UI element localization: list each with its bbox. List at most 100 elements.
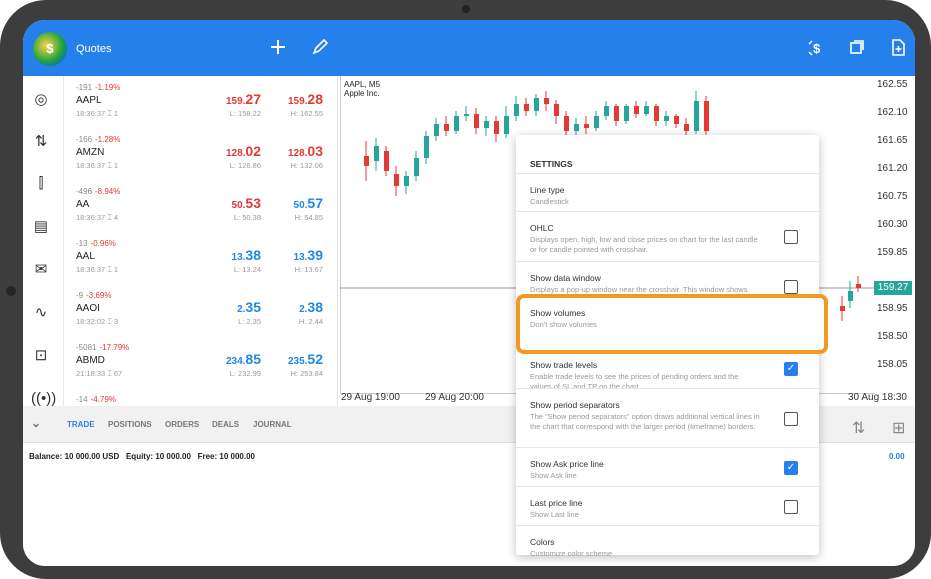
ticks-icon: ⌶ — [107, 265, 112, 274]
camera-dot — [462, 5, 470, 13]
setting-desc: Customize color scheme — [530, 549, 613, 558]
quote-ask: 235.52 — [287, 351, 323, 367]
signals-nav-icon[interactable]: ∿ — [31, 303, 51, 323]
quote-low: L: 2.35 — [238, 317, 261, 326]
quote-row[interactable]: -496 -8.94% AA 18:36:37 ⌶ 4 50.53 50.57 L… — [64, 180, 337, 232]
show-volumes-highlight[interactable]: Show volumes Don't show volumes — [516, 294, 828, 354]
quotes-nav-icon[interactable]: ◎ — [31, 90, 51, 110]
setting-label: Show trade levels — [530, 360, 598, 370]
y-tick: 162.55 — [877, 79, 908, 90]
tab-trade[interactable]: TRADE — [67, 420, 95, 429]
settings-row[interactable]: Last price line Show Last line — [516, 486, 819, 526]
quote-time: 18:36:37 ⌶ 1 — [76, 109, 119, 118]
quote-ask: 159.28 — [287, 91, 323, 107]
candle-body — [364, 156, 369, 166]
candle-body — [704, 101, 709, 131]
setting-label: Show data window — [530, 273, 601, 283]
candle-body — [840, 306, 845, 311]
profit-value: 0.00 — [889, 452, 905, 461]
settings-row[interactable]: Show Ask price line Show Ask line ✓ — [516, 447, 819, 487]
tab-deals[interactable]: DEALS — [212, 420, 239, 429]
price-axis — [875, 76, 915, 406]
quote-bid: 50.53 — [231, 195, 261, 211]
candle-body — [574, 124, 579, 131]
candle-body — [524, 104, 529, 111]
quote-ask: 128.03 — [287, 143, 323, 159]
y-tick: 160.30 — [877, 219, 908, 230]
candle-body — [384, 151, 389, 171]
setting-desc: The "Show period separators" option draw… — [530, 412, 760, 431]
candle-body — [584, 124, 589, 128]
mail-nav-icon[interactable]: ✉ — [31, 260, 51, 280]
setting-checkbox[interactable] — [784, 412, 798, 426]
candle-body — [684, 124, 689, 131]
quote-row[interactable]: -5081 -17.79% ABMD 21:18:33 ⌶ 67 234.85 2… — [64, 336, 337, 388]
quote-high: H: 162.55 — [290, 109, 323, 118]
setting-desc: Displays open, high, low and close price… — [530, 235, 758, 254]
collapse-icon[interactable]: ⌄ — [31, 416, 41, 430]
settings-row[interactable]: Show trade levels Enable trade levels to… — [516, 348, 819, 391]
settings-row[interactable]: Colors Customize color scheme — [516, 525, 819, 558]
y-tick: 159.85 — [877, 247, 908, 258]
top-bar: $ Quotes $ — [23, 20, 915, 76]
trade-switch-icon[interactable]: $ — [807, 38, 827, 58]
settings-row[interactable]: OHLC Displays open, high, low and close … — [516, 211, 819, 262]
quote-row[interactable]: -166 -1.28% AMZN 18:36:37 ⌶ 1 128.02 128.… — [64, 128, 337, 180]
page-title: Quotes — [76, 43, 112, 55]
quote-ask: 13.39 — [293, 247, 323, 263]
setting-label: Show period separators — [530, 400, 620, 410]
market-nav-icon[interactable]: ⊡ — [31, 346, 51, 366]
chart-nav-icon[interactable]: ⫿ — [31, 174, 51, 194]
settings-row[interactable]: Line type Candlestick — [516, 173, 819, 212]
app-logo[interactable]: $ — [33, 32, 67, 66]
y-tick: 161.65 — [877, 135, 908, 146]
quote-row[interactable]: -9 -3.69% AAOI 18:32:02 ⌶ 3 2.35 2.38 L: … — [64, 284, 337, 336]
setting-checkbox[interactable] — [784, 500, 798, 514]
setting-checkbox[interactable] — [784, 230, 798, 244]
candle-body — [594, 116, 599, 128]
setting-checkbox[interactable]: ✓ — [784, 461, 798, 475]
quote-bid: 159.27 — [225, 91, 261, 107]
quote-row[interactable]: -13 -0.96% AAL 18:36:37 ⌶ 1 13.38 13.39 L… — [64, 232, 337, 284]
edit-icon[interactable] — [310, 38, 330, 58]
candle-body — [848, 291, 853, 301]
quote-symbol: ABMD — [76, 355, 105, 366]
candle-body — [494, 121, 499, 134]
tab-journal[interactable]: JOURNAL — [253, 420, 292, 429]
new-order-small-icon[interactable]: ⊞ — [892, 418, 905, 438]
quote-symbol: AAPL — [76, 95, 102, 106]
quote-symbol: AAOI — [76, 303, 100, 314]
y-tick: 158.05 — [877, 359, 908, 370]
quote-high: H: 54.85 — [294, 213, 323, 222]
tab-positions[interactable]: POSITIONS — [108, 420, 152, 429]
quote-symbol: AAL — [76, 251, 95, 262]
quote-high: H: 2.44 — [298, 317, 323, 326]
tab-orders[interactable]: ORDERS — [165, 420, 199, 429]
trade-nav-icon[interactable]: ⇅ — [31, 132, 51, 152]
sort-icon[interactable]: ⇅ — [852, 418, 865, 438]
quote-symbol: AMZN — [76, 147, 105, 158]
new-order-icon[interactable] — [888, 38, 908, 58]
quote-change: -496 -8.94% — [76, 187, 121, 196]
y-tick: 158.50 — [877, 331, 908, 342]
quote-ask: 50.57 — [293, 195, 323, 211]
quote-low: L: 232.99 — [229, 369, 261, 378]
show-volumes-desc: Don't show volumes — [530, 320, 597, 329]
candle-body — [604, 106, 609, 116]
setting-checkbox[interactable] — [784, 280, 798, 294]
chart-symbol-label: AAPL, M5 Apple Inc. — [344, 80, 381, 98]
setting-checkbox[interactable]: ✓ — [784, 362, 798, 376]
quote-row[interactable]: -191 -1.19% AAPL 18:36:37 ⌶ 1 159.27 159.… — [64, 76, 337, 128]
add-icon[interactable] — [268, 38, 288, 58]
candle-body — [374, 146, 379, 161]
balance-line: Balance: 10 000.00 USD Equity: 10 000.00… — [29, 452, 255, 461]
windows-icon[interactable] — [847, 38, 867, 58]
quote-time: 18:36:37 ⌶ 1 — [76, 161, 119, 170]
quote-change: -5081 -17.79% — [76, 343, 130, 352]
setting-desc: Show Ask line — [530, 471, 577, 480]
nav-rail: ◎ ⇅ ⫿ ▤ ✉ ∿ ⊡ ((•)) — [23, 76, 64, 407]
settings-row[interactable]: Show period separators The "Show period … — [516, 388, 819, 448]
candle-body — [444, 124, 449, 131]
quote-high: H: 132.06 — [290, 161, 323, 170]
news-nav-icon[interactable]: ▤ — [31, 217, 51, 237]
